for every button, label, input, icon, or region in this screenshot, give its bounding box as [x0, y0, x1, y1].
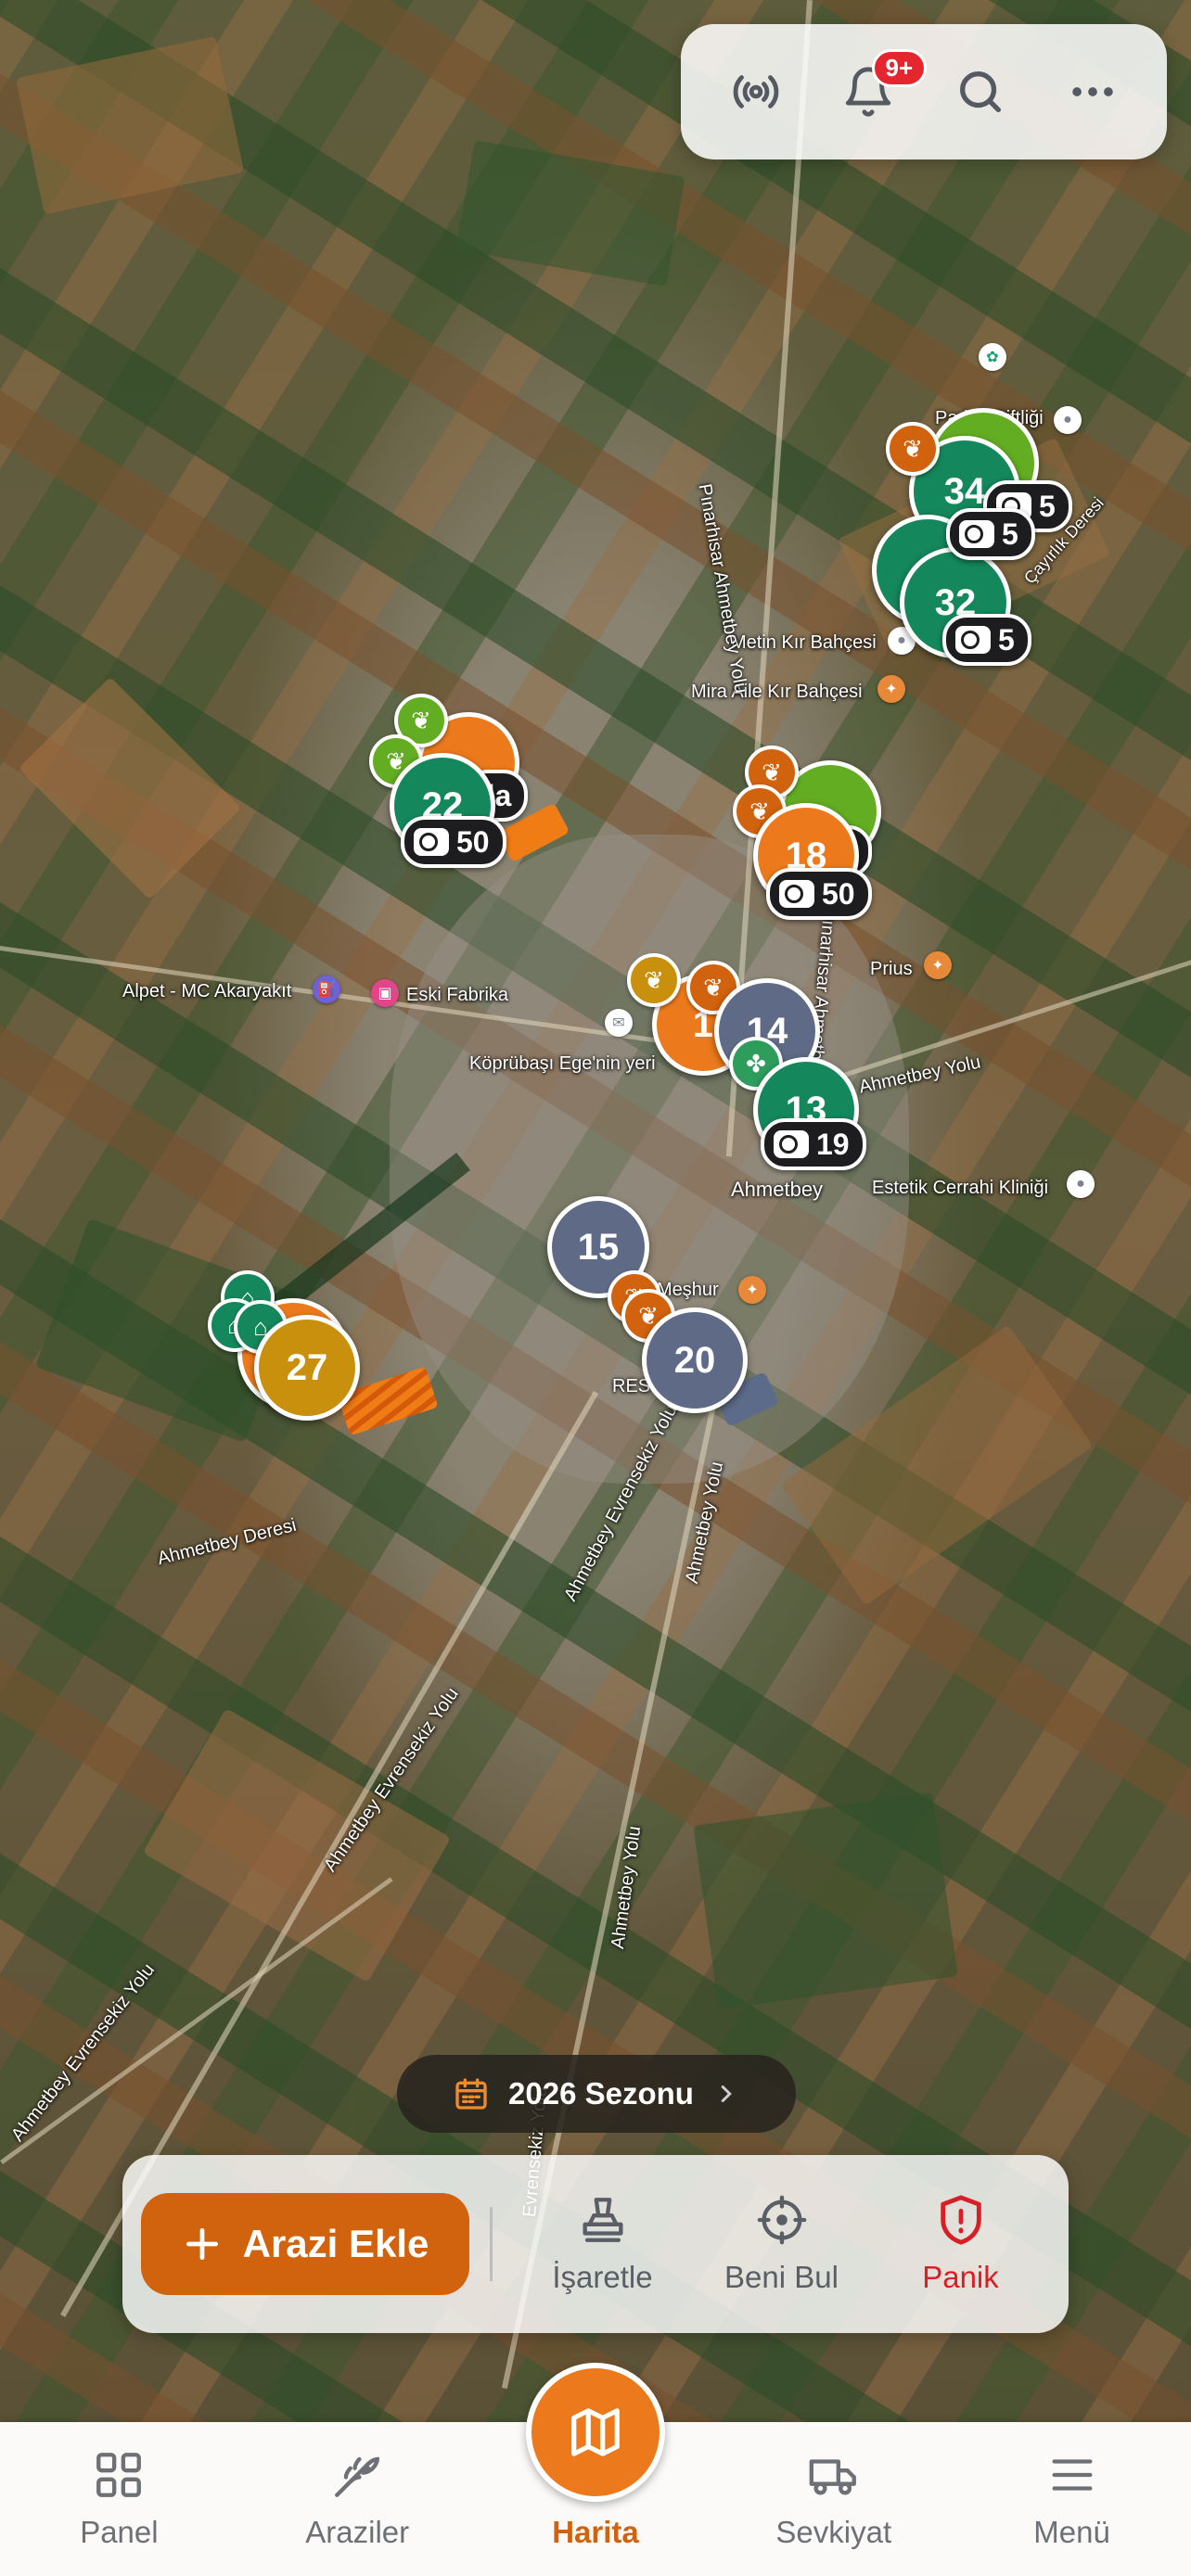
- map-label: Estetik Cerrahi Kliniği: [872, 1178, 1049, 1198]
- map-label: Ahmetbey: [731, 1178, 824, 1201]
- count-label: 5: [1039, 489, 1056, 523]
- bale-icon: [955, 626, 991, 654]
- map-label: Metin Kır Bahçesi: [731, 632, 877, 653]
- poi-marker[interactable]: ●: [1067, 1170, 1095, 1198]
- bale-icon: [414, 828, 449, 856]
- road: [0, 1877, 393, 2165]
- locate-me-label: Beni Bul: [724, 2260, 839, 2294]
- poi-marker[interactable]: ▣: [371, 979, 399, 1007]
- map-toolbar: 9+: [681, 24, 1167, 159]
- chevron-right-icon: [721, 2085, 732, 2102]
- panic-label: Panik: [922, 2260, 999, 2294]
- count-label: 19: [816, 1127, 850, 1161]
- map-label: Köprübaşı Ege'nin yeri: [469, 1053, 656, 1074]
- divider: [490, 2207, 493, 2281]
- stamp-icon: [582, 2198, 623, 2242]
- tab-map[interactable]: Harita: [477, 2363, 715, 2576]
- poi-marker[interactable]: ✦: [924, 951, 952, 979]
- add-land-button[interactable]: Arazi Ekle: [141, 2193, 469, 2295]
- poi-marker[interactable]: ✦: [738, 1276, 766, 1304]
- harvest-count[interactable]: 50: [766, 868, 872, 920]
- map-label: Mira Aile Kır Bahçesi: [691, 682, 863, 702]
- map-label: Prius: [870, 959, 913, 979]
- map-action-bar: Arazi Ekle İşaretle Beni Bul Panik: [122, 2155, 1069, 2333]
- poi-marker[interactable]: ⛽: [313, 976, 340, 1003]
- tab-menu[interactable]: Menü: [953, 2448, 1191, 2576]
- broadcast-icon: [733, 75, 778, 108]
- more-button[interactable]: [1063, 62, 1122, 121]
- broadcast-button[interactable]: [726, 62, 786, 121]
- poi-marker[interactable]: ●: [1054, 406, 1082, 434]
- pin-label: 20: [673, 1339, 716, 1381]
- tab-label: Araziler: [305, 2515, 410, 2549]
- pin-label: 15: [577, 1226, 620, 1268]
- search-icon: [959, 71, 1001, 112]
- menu-icon: [1052, 2459, 1093, 2491]
- locate-me-button[interactable]: Beni Bul: [692, 2193, 871, 2295]
- truck-icon: [809, 2459, 856, 2495]
- harvest-count[interactable]: 5: [942, 614, 1031, 666]
- field-patch: [18, 676, 242, 900]
- tab-panel[interactable]: Panel: [0, 2448, 238, 2576]
- crop-icon[interactable]: ❦: [886, 422, 940, 476]
- harvest-count[interactable]: 50: [401, 816, 506, 868]
- map-label: Ahmetbey Deresi: [155, 1514, 299, 1570]
- search-button[interactable]: [951, 62, 1010, 121]
- count-label: 50: [822, 876, 855, 911]
- map-label: Alpet - MC Akaryakıt: [122, 981, 292, 1001]
- map-label: Pınarhisar Ahmetbey Yolu: [694, 482, 751, 695]
- notification-badge: 9+: [871, 49, 928, 87]
- poi-marker[interactable]: ✿: [979, 343, 1006, 371]
- crosshair-icon: [757, 2195, 806, 2245]
- pin-label: 34: [943, 470, 986, 512]
- count-label: 50: [456, 824, 490, 859]
- crop-icon[interactable]: ❦: [627, 953, 681, 1007]
- mark-button[interactable]: İşaretle: [513, 2193, 692, 2295]
- field-pin[interactable]: 20: [642, 1307, 748, 1413]
- dashboard-icon: [96, 2453, 142, 2497]
- map-icon: [571, 2408, 620, 2456]
- count-label: 5: [998, 622, 1015, 657]
- field-patch: [693, 1792, 958, 2010]
- bale-icon: [774, 1130, 809, 1158]
- count-label: 5: [1002, 516, 1018, 551]
- wheat-icon: [335, 2456, 380, 2497]
- field-pin[interactable]: 27: [254, 1315, 360, 1421]
- bale-icon: [959, 520, 994, 548]
- poi-marker[interactable]: ✦: [877, 675, 905, 703]
- mark-label: İşaretle: [552, 2260, 653, 2294]
- tab-label: Harita: [552, 2515, 639, 2549]
- season-selector[interactable]: 2026 Sezonu: [397, 2055, 796, 2133]
- panic-button[interactable]: Panik: [871, 2193, 1050, 2295]
- tab-label: Sevkiyat: [775, 2515, 892, 2549]
- harvest-count[interactable]: 5: [946, 508, 1035, 560]
- field-patch: [15, 35, 245, 215]
- field-patch: [455, 139, 685, 287]
- more-icon: [1071, 87, 1113, 96]
- tab-label: Panel: [80, 2515, 159, 2549]
- bottom-tab-bar: Panel Araziler Harita Sevkiyat Menü: [0, 2363, 1191, 2576]
- season-label: 2026 Sezonu: [508, 2076, 694, 2111]
- map-tab-circle: [525, 2363, 665, 2502]
- pin-label: 27: [286, 1346, 328, 1388]
- tab-lands[interactable]: Araziler: [238, 2448, 477, 2576]
- map-label: Ahmetbey Evrensekiz Yolu: [7, 1959, 160, 2146]
- shield-alert-icon: [940, 2195, 981, 2245]
- bale-icon: [779, 880, 814, 908]
- tab-shipment[interactable]: Sevkiyat: [714, 2448, 953, 2576]
- tab-label: Menü: [1033, 2515, 1110, 2549]
- notifications-button[interactable]: 9+: [839, 49, 928, 121]
- map-label: Eski Fabrika: [406, 985, 509, 1005]
- plus-icon: [186, 2227, 218, 2261]
- add-land-label: Arazi Ekle: [242, 2222, 429, 2265]
- poi-marker[interactable]: ✉: [605, 1009, 633, 1037]
- calendar-icon: [455, 2078, 487, 2110]
- harvest-count[interactable]: 19: [761, 1118, 866, 1170]
